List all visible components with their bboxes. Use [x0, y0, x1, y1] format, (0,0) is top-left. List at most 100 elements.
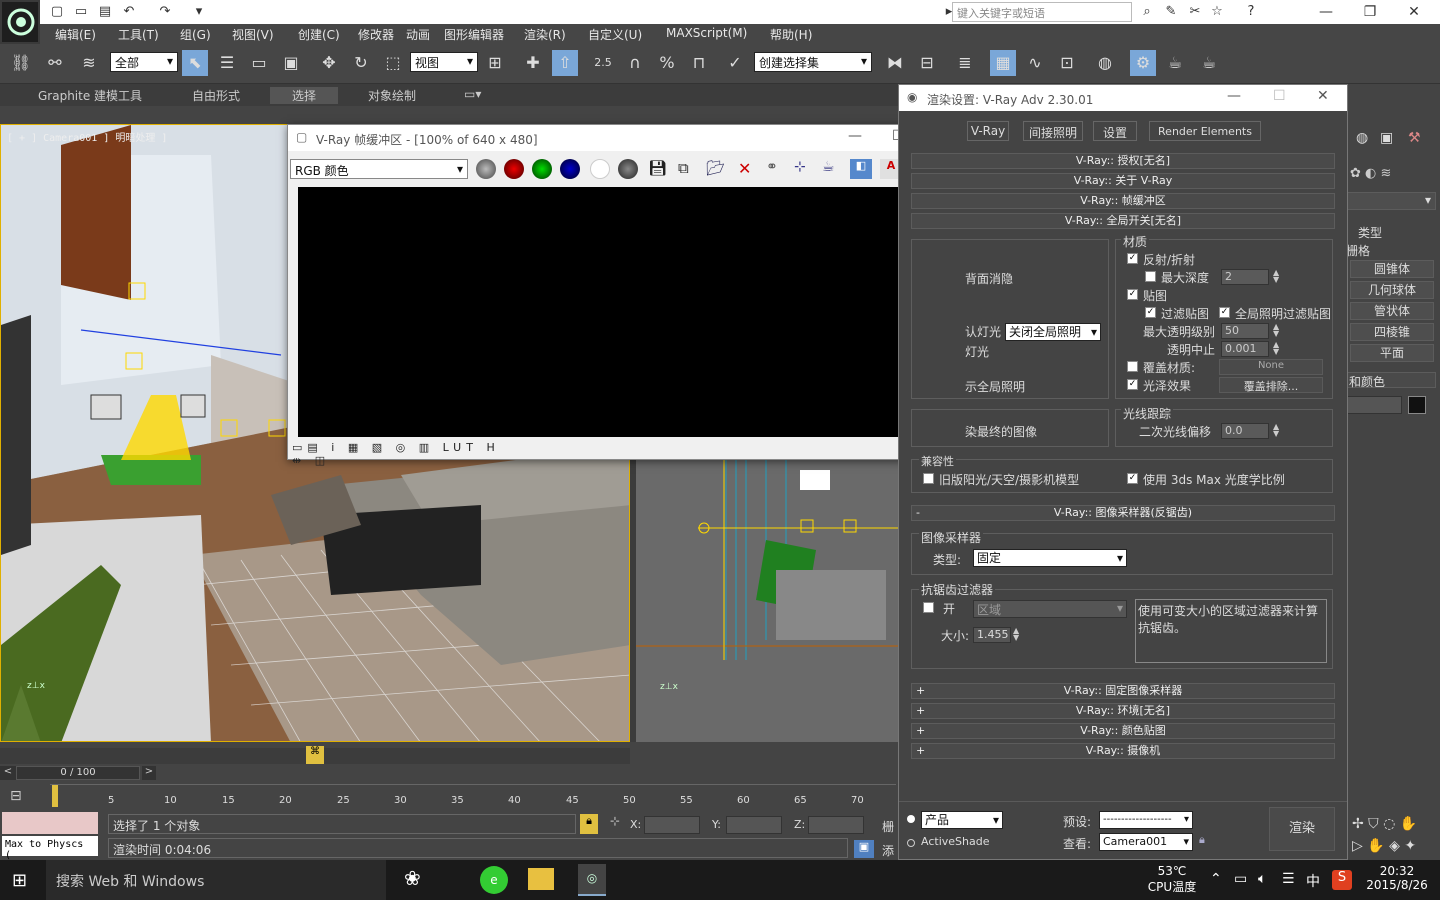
menu-tools[interactable]: 工具(T) [118, 26, 159, 43]
max-depth-checkbox[interactable] [1145, 271, 1156, 282]
object-color-swatch[interactable] [1408, 396, 1426, 414]
maxscript-mini-listener[interactable]: Max to Physcs ( [2, 836, 98, 861]
rollout-camera[interactable]: + V-Ray:: 摄像机 [911, 743, 1335, 759]
browser-app-icon[interactable]: e [480, 866, 508, 894]
aa-size-spinner[interactable]: ▲ ▼ [1013, 627, 1019, 642]
material-editor-icon[interactable]: ◍ [1092, 50, 1118, 76]
named-selection-dropdown[interactable]: 创建选择集 ▾ [754, 52, 872, 72]
time-cursor[interactable] [52, 785, 58, 807]
tab-graphite[interactable]: Graphite 建模工具 [38, 87, 142, 104]
z-coord-field[interactable] [808, 816, 864, 834]
edit-named-sel-icon[interactable]: ✓ [722, 50, 748, 76]
rotate-icon[interactable]: ↻ [348, 50, 374, 76]
aa-filter-dropdown[interactable]: 区域 ▾ [973, 600, 1127, 618]
snap-toggle-icon[interactable]: 2.5 [590, 50, 616, 76]
object-name-field[interactable] [1346, 396, 1402, 414]
keyboard-shortcut-icon[interactable]: ⇧ [552, 50, 578, 76]
glossy-checkbox[interactable]: ✓ [1127, 379, 1138, 390]
alpha-channel-icon[interactable] [590, 159, 610, 179]
clear-image-icon[interactable]: ✕ [738, 159, 760, 179]
vfb-minimize-button[interactable]: — [848, 128, 862, 144]
maximize-button[interactable]: ❐ [1356, 2, 1384, 22]
render-production-icon[interactable]: ☕ [1196, 50, 1222, 76]
production-radio[interactable] [907, 815, 915, 823]
select-object-icon[interactable]: ⬉ [182, 50, 208, 76]
clone-vfb-icon[interactable]: ⧉ [678, 159, 700, 179]
close-button[interactable]: ✕ [1400, 2, 1428, 22]
new-file-icon[interactable]: ▢ [48, 3, 66, 21]
selection-lock-icon[interactable]: 🔒︎ [580, 814, 598, 834]
render-mode-dropdown[interactable]: 产品 ▾ [921, 811, 1003, 829]
max-depth-field[interactable]: 2 [1221, 269, 1269, 285]
ime-indicator[interactable]: 中 [1306, 871, 1320, 891]
vfb-title-bar[interactable]: ▢ V-Ray 帧缓冲区 - [100% of 640 x 480] — ☐ ✕ [288, 125, 965, 151]
tab-render-elements[interactable]: Render Elements [1149, 121, 1261, 141]
minimize-button[interactable]: — [1312, 2, 1340, 22]
secondary-bias-spinner[interactable]: ▲ ▼ [1273, 423, 1279, 438]
reflect-refract-checkbox[interactable]: ✓ [1127, 253, 1138, 264]
undo-icon[interactable]: ↶ [120, 3, 138, 21]
select-by-name-icon[interactable]: ☰ [214, 50, 240, 76]
override-mtl-checkbox[interactable] [1127, 361, 1138, 372]
binoculars-icon[interactable]: ⌕ [1138, 3, 1156, 21]
favorite-star-icon[interactable]: ☆ [1208, 3, 1226, 21]
rgb-channel-icon[interactable] [476, 159, 496, 179]
rect-selection-icon[interactable]: ▭ [246, 50, 272, 76]
align-icon[interactable]: ⊟ [914, 50, 940, 76]
save-icon[interactable]: ▤ [96, 3, 114, 21]
region-render-icon[interactable]: ⊹ [794, 159, 816, 179]
time-ruler[interactable]: 5 10 15 20 25 30 35 40 45 50 55 60 65 70 [50, 784, 896, 808]
override-mtl-button[interactable]: None [1219, 359, 1323, 375]
time-next-button[interactable]: > [142, 766, 156, 780]
blue-channel-icon[interactable] [560, 159, 580, 179]
rollout-environment[interactable]: + V-Ray:: 环境[无名] [911, 703, 1335, 719]
load-image-icon[interactable]: 📂︎ [706, 159, 728, 179]
rollout-about[interactable]: V-Ray:: 关于 V-Ray [911, 173, 1335, 189]
unlink-icon[interactable]: ⚯ [42, 50, 68, 76]
vray-frame-buffer-window[interactable]: ▢ V-Ray 帧缓冲区 - [100% of 640 x 480] — ☐ ✕… [287, 124, 966, 467]
tab-vray[interactable]: V-Ray [967, 121, 1009, 141]
transp-cutoff-field[interactable]: 0.001 [1221, 341, 1269, 357]
move-icon[interactable]: ✥ [316, 50, 342, 76]
lock-view-icon[interactable]: 🔒︎ [1199, 833, 1213, 851]
schematic-view-icon[interactable]: ⊡ [1054, 50, 1080, 76]
vfb-bottom-toolbar[interactable]: ▭▤ i ▦ ▧ ◎ ▥ LUT H ⇹ ◫ [292, 441, 522, 467]
taskbar-search[interactable]: 搜索 Web 和 Windows [46, 860, 386, 900]
rs-maximize-button[interactable]: ☐ [1273, 88, 1286, 104]
link-icon[interactable]: ⛓ [8, 50, 34, 76]
ref-coord-dropdown[interactable]: 视图 ▾ [410, 52, 478, 72]
viewport-label[interactable]: [ + ] Camera001 ] 明暗处理 ] [7, 129, 167, 144]
name-color-rollout[interactable]: 和颜色 [1346, 372, 1436, 389]
menu-maxscript[interactable]: MAXScript(M) [666, 26, 747, 40]
menu-help[interactable]: 帮助(H) [770, 26, 812, 43]
window-crossing-icon[interactable]: ▣ [278, 50, 304, 76]
nav-controls-icons[interactable]: ✢ ⛉ ◌ ✋ [1352, 816, 1436, 836]
time-slider[interactable]: 0 / 100 [16, 766, 140, 780]
task-view-icon[interactable]: ❀ [404, 866, 432, 894]
activeshade-radio[interactable] [907, 839, 915, 847]
notification-icon[interactable]: ☰ [1282, 871, 1295, 887]
y-coord-field[interactable] [726, 816, 782, 834]
open-file-icon[interactable]: ▭ [72, 3, 90, 21]
green-channel-icon[interactable] [532, 159, 552, 179]
rs-minimize-button[interactable]: — [1227, 88, 1241, 104]
cpu-temp-widget[interactable]: 53℃ CPU温度 [1142, 864, 1202, 895]
menu-modifiers[interactable]: 修改器 [358, 26, 394, 43]
pyramid-button[interactable]: 四棱锥 [1350, 323, 1434, 341]
max-transp-spinner[interactable]: ▲ ▼ [1273, 323, 1279, 338]
percent-snap-icon[interactable]: % [654, 50, 680, 76]
tab-selection[interactable]: 选择 [270, 87, 339, 104]
hammer-icon[interactable]: ⚒ [1408, 130, 1426, 148]
create-subtypes-icons[interactable]: ✿ ◐ ≋ [1350, 166, 1434, 182]
track-mouse-icon[interactable]: ⚭ [766, 159, 788, 179]
mono-channel-icon[interactable] [618, 159, 638, 179]
utilities-icon[interactable]: ▣ [1380, 130, 1398, 148]
quick-access-dropdown-icon[interactable]: ▾ [190, 3, 208, 21]
save-image-icon[interactable]: 💾︎ [648, 159, 670, 179]
object-category-dropdown[interactable]: ▾ [1346, 192, 1436, 210]
ribbon-options-icon[interactable]: ▭▾ [464, 87, 481, 101]
rollout-image-sampler[interactable]: - V-Ray:: 图像采样器(反锯齿) [911, 505, 1335, 521]
geosphere-button[interactable]: 几何球体 [1350, 281, 1434, 299]
time-prev-button[interactable]: < [0, 766, 16, 780]
3dsmax-taskbar-icon[interactable]: ◎ [578, 864, 606, 896]
